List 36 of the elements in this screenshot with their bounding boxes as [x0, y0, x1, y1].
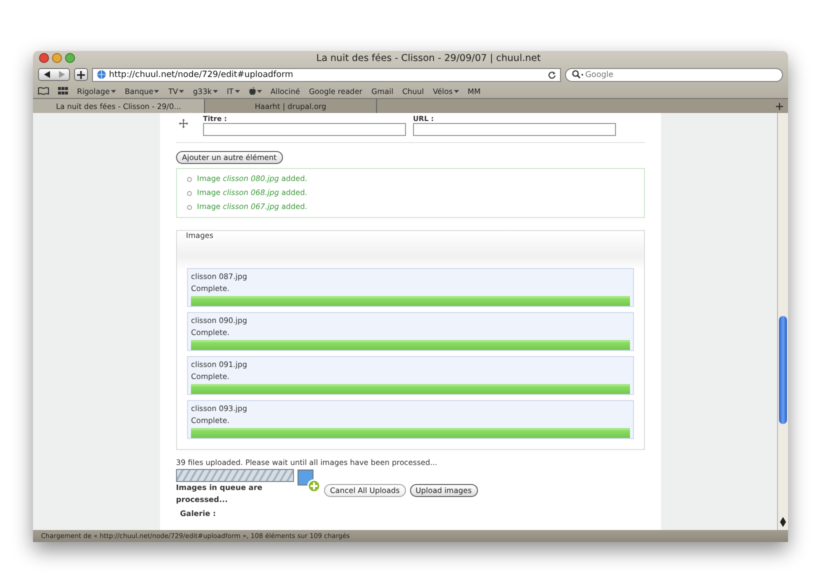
zoom-button[interactable] — [65, 53, 75, 63]
drag-handle-icon[interactable] — [179, 119, 188, 128]
scroll-down-icon[interactable] — [780, 522, 786, 527]
globe-icon — [97, 70, 106, 79]
caret-icon — [454, 90, 459, 92]
caret-icon — [212, 90, 218, 92]
add-bookmark-button[interactable] — [74, 68, 88, 81]
bullet-icon — [187, 190, 192, 196]
window-title: La nuit des fées - Clisson - 29/09/07 | chuul.net — [315, 52, 542, 64]
close-button[interactable] — [39, 53, 49, 63]
url-input[interactable] — [413, 123, 616, 136]
caret-icon — [179, 90, 184, 92]
apple-menu[interactable] — [248, 87, 262, 95]
book-icon[interactable] — [38, 87, 49, 95]
minimize-button[interactable] — [52, 53, 62, 63]
back-icon — [44, 71, 50, 78]
caret-icon — [154, 90, 160, 92]
caret-icon — [256, 90, 262, 92]
bullet-icon — [187, 204, 192, 210]
reload-icon[interactable] — [548, 70, 556, 78]
search-icon — [572, 70, 584, 79]
scroll-up-icon[interactable] — [780, 517, 786, 522]
apple-icon — [248, 87, 256, 95]
grid-icon[interactable] — [58, 87, 68, 95]
scrollbar[interactable] — [777, 113, 788, 530]
add-image-icon[interactable] — [297, 469, 321, 493]
bullet-icon — [187, 176, 192, 182]
plus-icon — [77, 70, 85, 78]
new-tab-icon[interactable] — [776, 102, 783, 110]
search-box[interactable]: Google — [565, 68, 783, 82]
caret-icon — [234, 90, 240, 92]
forward-icon — [58, 71, 64, 78]
address-field[interactable]: http://chuul.net/node/729/edit#uploadform — [92, 68, 561, 82]
title-input[interactable] — [203, 123, 406, 136]
caret-icon — [110, 90, 116, 92]
scrollbar-thumb[interactable] — [779, 316, 787, 424]
